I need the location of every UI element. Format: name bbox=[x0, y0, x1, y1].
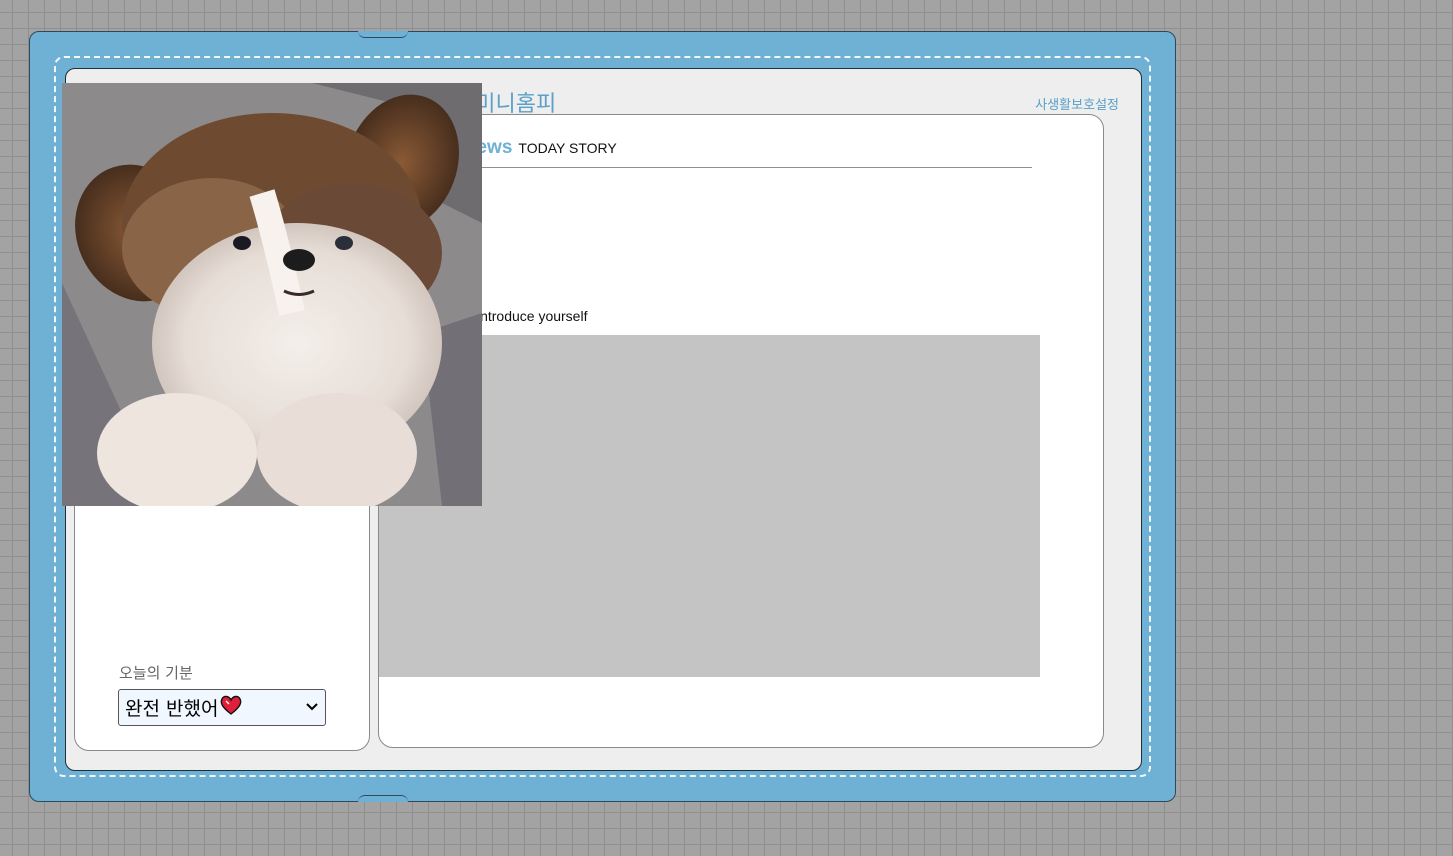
mood-select[interactable]: 완전 반했어 bbox=[118, 689, 326, 726]
book-bottom-notch bbox=[358, 795, 408, 802]
news-subheading: TODAY STORY bbox=[518, 140, 617, 156]
mood-label: 오늘의 기분 bbox=[119, 664, 193, 682]
book-top-notch bbox=[358, 31, 408, 38]
privacy-settings-link[interactable]: 사생활보호설정 bbox=[1035, 94, 1119, 113]
chevron-down-icon bbox=[306, 703, 318, 711]
mood-select-value: 완전 반했어 bbox=[125, 698, 219, 720]
news-divider bbox=[448, 167, 1032, 168]
video-subheading: Introduce yourself bbox=[476, 308, 588, 324]
puppy-photo bbox=[62, 83, 482, 506]
heart-icon bbox=[220, 695, 242, 720]
